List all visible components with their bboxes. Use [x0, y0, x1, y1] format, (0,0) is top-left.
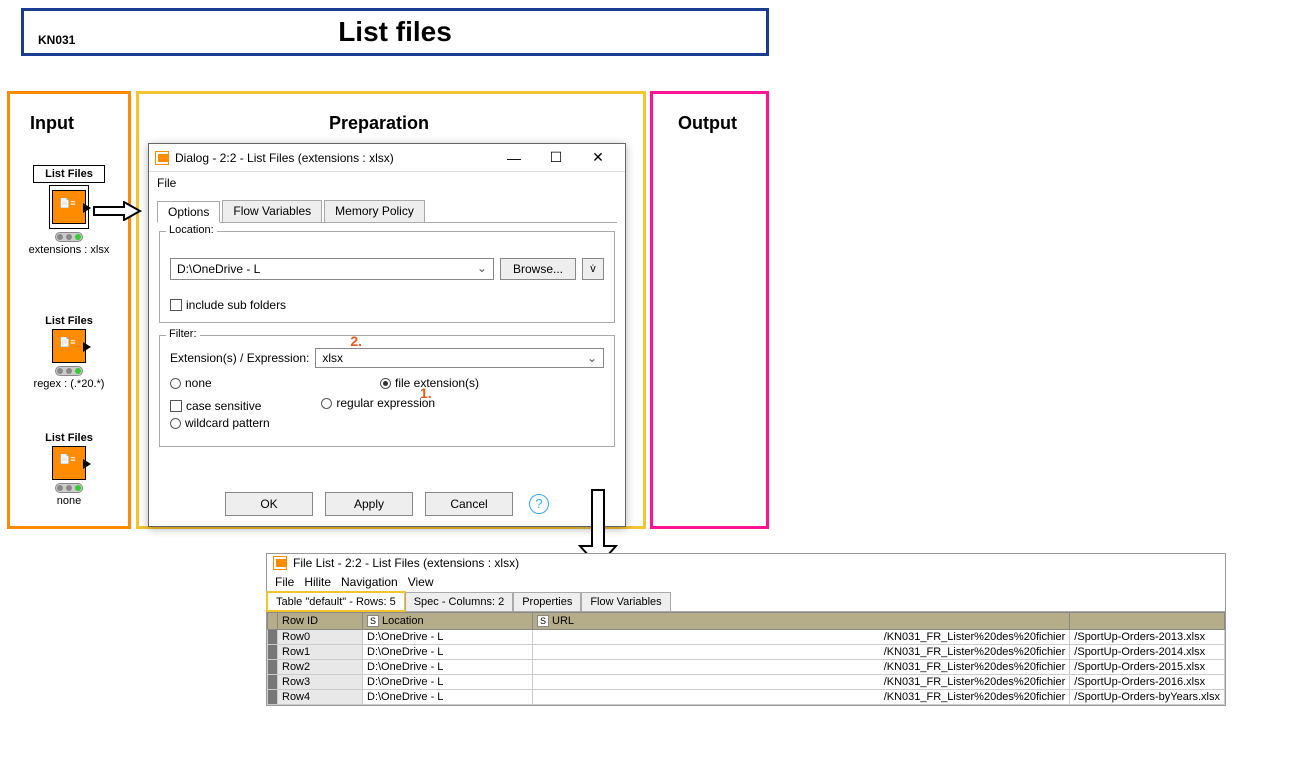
list-files-icon: 📄≡ [52, 446, 86, 480]
results-window: File List - 2:2 - List Files (extensions… [266, 553, 1226, 706]
node-list-files-3[interactable]: List Files 📄≡ none [19, 432, 119, 507]
radio-file-extensions[interactable] [380, 378, 391, 389]
output-section-title: Output [678, 113, 737, 134]
menu-file[interactable]: File [275, 575, 294, 589]
node-label: List Files [33, 165, 105, 183]
preparation-section-title: Preparation [329, 113, 429, 134]
tab-table[interactable]: Table "default" - Rows: 5 [267, 592, 405, 611]
radio-regex[interactable] [321, 398, 332, 409]
table-row[interactable]: Row2D:\OneDrive - L/KN031_FR_Lister%20de… [268, 660, 1225, 675]
close-button[interactable]: ✕ [577, 146, 619, 170]
node-list-files-2[interactable]: List Files 📄≡ regex : (.*20.*) [19, 315, 119, 390]
node-caption: extensions : xlsx [19, 244, 119, 256]
radio-wildcard[interactable] [170, 418, 181, 429]
location-fieldset: Location: 1. D:\OneDrive - L Browse... v… [159, 231, 615, 323]
minimize-button[interactable]: — [493, 146, 535, 170]
extensions-label: Extension(s) / Expression: [170, 351, 309, 365]
table-row[interactable]: Row1D:\OneDrive - L/KN031_FR_Lister%20de… [268, 645, 1225, 660]
table-row[interactable]: Row4D:\OneDrive - L/KN031_FR_Lister%20de… [268, 690, 1225, 705]
knime-icon [273, 556, 287, 570]
location-combo[interactable]: D:\OneDrive - L [170, 258, 494, 280]
knime-icon [155, 151, 169, 165]
arrow-right-icon [92, 201, 142, 221]
tab-flow-variables[interactable]: Flow Variables [581, 592, 670, 611]
ok-button[interactable]: OK [225, 492, 313, 516]
list-files-icon: 📄≡ [52, 329, 86, 363]
dialog-menu-file[interactable]: File [149, 172, 625, 194]
browse-button[interactable]: Browse... [500, 258, 576, 280]
results-titlebar[interactable]: File List - 2:2 - List Files (extensions… [267, 554, 1225, 572]
title-text: List files [338, 16, 452, 48]
table-row[interactable]: Row0D:\OneDrive - L/KN031_FR_Lister%20de… [268, 630, 1225, 645]
dialog-titlebar[interactable]: Dialog - 2:2 - List Files (extensions : … [149, 144, 625, 172]
input-section-title: Input [30, 113, 74, 134]
list-files-icon: 📄≡ [52, 190, 86, 224]
results-title: File List - 2:2 - List Files (extensions… [293, 556, 519, 570]
traffic-light [55, 232, 83, 242]
tab-spec[interactable]: Spec - Columns: 2 [405, 592, 513, 611]
dialog-title: Dialog - 2:2 - List Files (extensions : … [175, 151, 493, 165]
apply-button[interactable]: Apply [325, 492, 413, 516]
menu-navigation[interactable]: Navigation [341, 575, 398, 589]
config-dialog: Dialog - 2:2 - List Files (extensions : … [148, 143, 626, 527]
col-url[interactable]: SURL [533, 613, 1070, 630]
node-label: List Files [19, 315, 119, 327]
location-legend: Location: [166, 224, 217, 236]
tab-properties[interactable]: Properties [513, 592, 581, 611]
filter-fieldset: Filter: Extension(s) / Expression: xlsx … [159, 335, 615, 447]
case-sensitive-checkbox[interactable] [170, 400, 182, 412]
history-button[interactable]: v̇ [582, 258, 604, 280]
maximize-button[interactable]: ☐ [535, 146, 577, 170]
node-caption: none [19, 495, 119, 507]
include-subfolders-label: include sub folders [186, 298, 286, 312]
node-caption: regex : (.*20.*) [19, 378, 119, 390]
col-location[interactable]: SLocation [363, 613, 533, 630]
menu-view[interactable]: View [408, 575, 434, 589]
cancel-button[interactable]: Cancel [425, 492, 513, 516]
node-label: List Files [19, 432, 119, 444]
traffic-light [55, 483, 83, 493]
annotation-2: 2. [350, 333, 362, 349]
col-rowid[interactable]: Row ID [278, 613, 363, 630]
title-code: KN031 [38, 33, 75, 47]
traffic-light [55, 366, 83, 376]
filter-legend: Filter: [166, 328, 200, 340]
include-subfolders-checkbox[interactable] [170, 299, 182, 311]
title-box: KN031 List files [21, 8, 769, 56]
tab-options[interactable]: Options [157, 201, 220, 223]
menu-hilite[interactable]: Hilite [304, 575, 331, 589]
dialog-tabs: Options Flow Variables Memory Policy [157, 200, 617, 223]
table-row[interactable]: Row3D:\OneDrive - L/KN031_FR_Lister%20de… [268, 675, 1225, 690]
radio-none[interactable] [170, 378, 181, 389]
output-section-frame [650, 91, 769, 529]
tab-memory-policy[interactable]: Memory Policy [324, 200, 425, 222]
tab-flow-variables[interactable]: Flow Variables [222, 200, 322, 222]
results-table: Row ID SLocation SURL Row0D:\OneDrive - … [267, 612, 1225, 705]
help-icon[interactable]: ? [529, 494, 549, 514]
extensions-combo[interactable]: xlsx 2. [315, 348, 604, 368]
